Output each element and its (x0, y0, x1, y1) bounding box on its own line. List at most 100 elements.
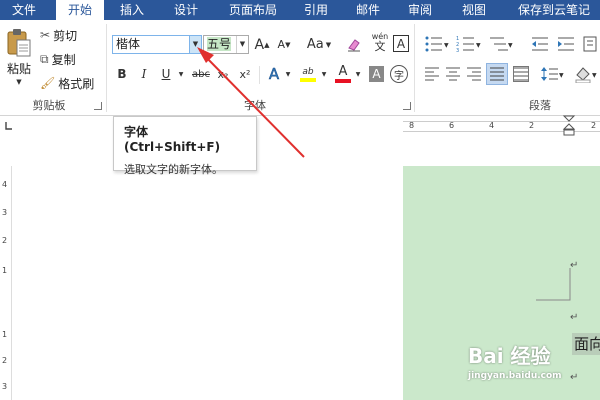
font-size-dropdown-chevron-icon[interactable]: ▼ (236, 36, 248, 53)
font-color-swatch (335, 79, 351, 83)
text-effects-button[interactable]: A (266, 64, 282, 84)
shrink-font-button[interactable]: A ▼ (276, 35, 292, 54)
font-color-icon: A (338, 64, 348, 79)
indent-marker-icon[interactable] (562, 115, 576, 141)
grow-font-icon: A (254, 36, 265, 53)
bullets-icon[interactable]: ▼ (424, 35, 450, 53)
format-painter-label: 格式刷 (58, 76, 95, 91)
tab-page-layout[interactable]: 页面布局 (218, 0, 288, 20)
underline-button[interactable]: U (158, 65, 174, 83)
strikethrough-button[interactable]: abc (190, 65, 212, 83)
numbering-icon[interactable]: 1 2 3 ▼ (456, 35, 482, 53)
change-case-button[interactable]: Aa ▼ (304, 35, 334, 54)
text-effects-dropdown-chevron-icon[interactable]: ▼ (284, 65, 292, 83)
ruler-number: 1 (2, 330, 8, 339)
tab-selector-icon[interactable] (0, 117, 18, 135)
shading-icon[interactable]: ▼ (574, 65, 598, 83)
superscript-button[interactable]: x² (236, 65, 254, 83)
paste-dropdown-chevron-icon[interactable]: ▼ (14, 78, 24, 86)
underline-dropdown-chevron-icon[interactable]: ▼ (177, 65, 185, 83)
clipboard-group-label: 剪贴板 (32, 99, 66, 112)
tab-design[interactable]: 设计 (164, 0, 208, 20)
highlighter-icon: ab (302, 67, 314, 77)
ruler-number: 2 (2, 236, 8, 245)
font-color-button[interactable]: A (334, 63, 352, 85)
ruler-number: 3 (2, 208, 8, 217)
ruler-number: 8 (409, 121, 415, 130)
font-size-combobox[interactable]: 五号 ▼ (203, 35, 249, 54)
align-left-icon[interactable] (424, 66, 440, 82)
increase-indent-icon[interactable] (556, 35, 576, 53)
ruler-number: 4 (2, 180, 8, 189)
tab-save-to-cloud-notes[interactable]: 保存到云笔记 (508, 0, 600, 20)
decrease-indent-icon[interactable] (530, 35, 550, 53)
font-size-value: 五号 (207, 37, 232, 51)
margin-crop-mark (536, 268, 571, 301)
align-center-icon[interactable] (445, 66, 461, 82)
group-separator (414, 24, 415, 112)
tooltip-title: 字体 (Ctrl+Shift+F) (124, 125, 221, 154)
svg-text:▼: ▼ (559, 72, 564, 79)
vertical-ruler[interactable]: 4 3 2 1 1 2 3 (0, 166, 12, 400)
grow-font-button[interactable]: A ▲ (254, 35, 270, 54)
character-border-button[interactable]: A (393, 35, 409, 52)
ruler-number: 2 (591, 121, 597, 130)
paintbrush-icon: 🖌 (40, 76, 56, 90)
paragraph-mark-icon: ↵ (570, 312, 579, 323)
highlight-color-button[interactable]: ab (298, 63, 318, 85)
align-right-icon[interactable] (466, 66, 482, 82)
tab-view[interactable]: 视图 (454, 0, 494, 20)
copy-icon: ⧉ (40, 51, 49, 66)
distributed-align-icon[interactable] (513, 66, 529, 82)
copy-button[interactable]: ⧉ 复制 (40, 50, 76, 68)
eraser-icon (348, 38, 360, 51)
svg-text:▼: ▼ (476, 42, 481, 49)
tab-insert[interactable]: 插入 (110, 0, 154, 20)
font-name-dropdown-chevron-icon[interactable]: ▼ (189, 36, 201, 53)
clear-formatting-button[interactable] (344, 35, 364, 54)
paste-button-label[interactable]: 粘贴 (4, 60, 34, 77)
align-justify-icon (490, 67, 504, 81)
line-spacing-icon[interactable]: ▼ (540, 65, 564, 83)
font-name-value: 楷体 (116, 37, 141, 51)
justify-button[interactable] (486, 63, 508, 85)
font-launcher-icon[interactable] (403, 102, 411, 110)
ruler-number: 2 (2, 356, 8, 365)
ruler-number: 2 (529, 121, 535, 130)
font-name-combobox[interactable]: 楷体 ▼ (112, 35, 202, 54)
ruler-number: 6 (449, 121, 455, 130)
paragraph-mark-icon: ↵ (570, 260, 579, 271)
paste-icon[interactable] (6, 28, 32, 58)
enclose-characters-button[interactable]: 字 (390, 65, 408, 83)
shrink-font-icon: A (277, 38, 286, 51)
character-shading-icon: A (372, 67, 381, 81)
phonetic-guide-button[interactable]: wén 文 (370, 32, 390, 54)
watermark-url: jingyan.baidu.com (468, 371, 562, 381)
character-border-icon: A (396, 36, 406, 51)
format-painter-button[interactable]: 🖌 格式刷 (40, 74, 94, 92)
tab-references[interactable]: 引用 (296, 0, 336, 20)
chinese-layout-icon[interactable] (582, 35, 600, 53)
cut-label: 剪切 (53, 28, 78, 43)
watermark-logo-text: Bai 经验 (468, 344, 551, 368)
ruler-number: 3 (2, 382, 8, 391)
clipboard-launcher-icon[interactable] (94, 102, 102, 110)
font-separator (259, 66, 260, 84)
tooltip-description: 选取文字的新字体。 (124, 163, 223, 176)
tab-mailings[interactable]: 邮件 (348, 0, 388, 20)
bold-button[interactable]: B (114, 65, 130, 83)
multilevel-list-icon[interactable]: ▼ (488, 35, 514, 53)
baidu-jingyan-watermark: Bai 经验 jingyan.baidu.com (468, 340, 588, 388)
character-shading-button[interactable]: A (369, 66, 384, 82)
copy-label: 复制 (51, 52, 76, 67)
tab-review[interactable]: 审阅 (400, 0, 440, 20)
font-group-label: 字体 (244, 99, 266, 112)
italic-button[interactable]: I (136, 65, 152, 83)
cut-button[interactable]: ✂ 剪切 (40, 26, 77, 44)
tab-home[interactable]: 开始 (56, 0, 104, 21)
highlight-dropdown-chevron-icon[interactable]: ▼ (320, 65, 328, 83)
svg-text:▼: ▼ (444, 42, 449, 49)
subscript-button[interactable]: x₂ (214, 65, 232, 83)
font-color-dropdown-chevron-icon[interactable]: ▼ (354, 65, 362, 83)
tab-file[interactable]: 文件 (0, 0, 48, 20)
